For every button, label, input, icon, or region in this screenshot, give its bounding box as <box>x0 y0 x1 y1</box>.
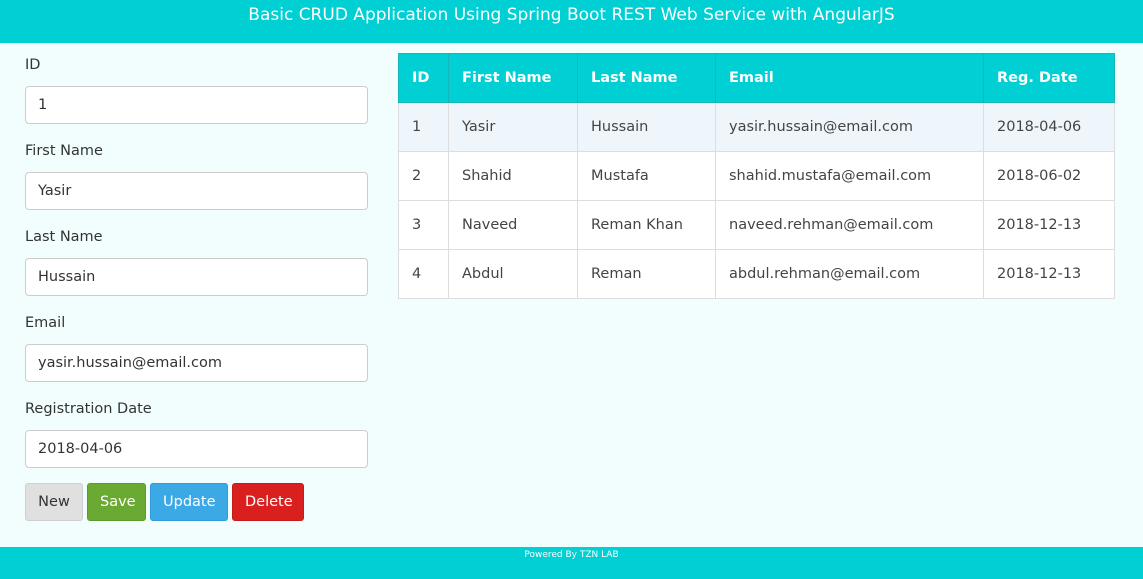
registration-date-input[interactable] <box>25 430 368 468</box>
save-button[interactable]: Save <box>87 483 146 521</box>
page-header: Basic CRUD Application Using Spring Boot… <box>0 0 1143 43</box>
cell-first-name: Shahid <box>448 151 578 201</box>
cell-first-name: Abdul <box>448 249 578 299</box>
cell-last-name: Reman <box>577 249 716 299</box>
column-header-email[interactable]: Email <box>715 53 984 103</box>
cell-reg-date: 2018-12-13 <box>983 200 1115 250</box>
delete-button[interactable]: Delete <box>232 483 304 521</box>
last-name-input[interactable] <box>25 258 368 296</box>
page-footer: Powered By TZN LAB <box>0 547 1143 579</box>
registration-date-label: Registration Date <box>25 401 152 417</box>
cell-id: 1 <box>398 102 449 152</box>
id-label: ID <box>25 57 41 73</box>
column-header-reg-date[interactable]: Reg. Date <box>983 53 1115 103</box>
cell-last-name: Mustafa <box>577 151 716 201</box>
cell-reg-date: 2018-04-06 <box>983 102 1115 152</box>
page-title: Basic CRUD Application Using Spring Boot… <box>248 5 895 25</box>
cell-last-name: Reman Khan <box>577 200 716 250</box>
employee-table-container: ID First Name Last Name Email Reg. Date … <box>398 53 1115 299</box>
cell-first-name: Naveed <box>448 200 578 250</box>
first-name-input[interactable] <box>25 172 368 210</box>
column-header-last-name[interactable]: Last Name <box>577 53 716 103</box>
table-row[interactable]: 2 Shahid Mustafa shahid.mustafa@email.co… <box>398 151 1115 201</box>
cell-id: 4 <box>398 249 449 299</box>
table-header-row: ID First Name Last Name Email Reg. Date <box>398 53 1115 103</box>
email-label: Email <box>25 315 66 331</box>
cell-id: 3 <box>398 200 449 250</box>
cell-email: naveed.rehman@email.com <box>715 200 984 250</box>
id-input[interactable] <box>25 86 368 124</box>
cell-reg-date: 2018-06-02 <box>983 151 1115 201</box>
update-button[interactable]: Update <box>150 483 228 521</box>
email-input[interactable] <box>25 344 368 382</box>
cell-last-name: Hussain <box>577 102 716 152</box>
last-name-label: Last Name <box>25 229 103 245</box>
cell-email: shahid.mustafa@email.com <box>715 151 984 201</box>
footer-text: Powered By TZN LAB <box>524 550 619 560</box>
form-actions: New Save Update Delete <box>25 483 304 521</box>
table-row[interactable]: 4 Abdul Reman abdul.rehman@email.com 201… <box>398 249 1115 299</box>
cell-first-name: Yasir <box>448 102 578 152</box>
employee-form: ID First Name Last Name Email Registrati… <box>25 43 368 473</box>
new-button[interactable]: New <box>25 483 83 521</box>
cell-email: yasir.hussain@email.com <box>715 102 984 152</box>
cell-id: 2 <box>398 151 449 201</box>
column-header-id[interactable]: ID <box>398 53 449 103</box>
column-header-first-name[interactable]: First Name <box>448 53 578 103</box>
cell-email: abdul.rehman@email.com <box>715 249 984 299</box>
employee-table: ID First Name Last Name Email Reg. Date … <box>398 53 1115 299</box>
first-name-label: First Name <box>25 143 103 159</box>
table-row[interactable]: 1 Yasir Hussain yasir.hussain@email.com … <box>398 102 1115 152</box>
cell-reg-date: 2018-12-13 <box>983 249 1115 299</box>
table-row[interactable]: 3 Naveed Reman Khan naveed.rehman@email.… <box>398 200 1115 250</box>
